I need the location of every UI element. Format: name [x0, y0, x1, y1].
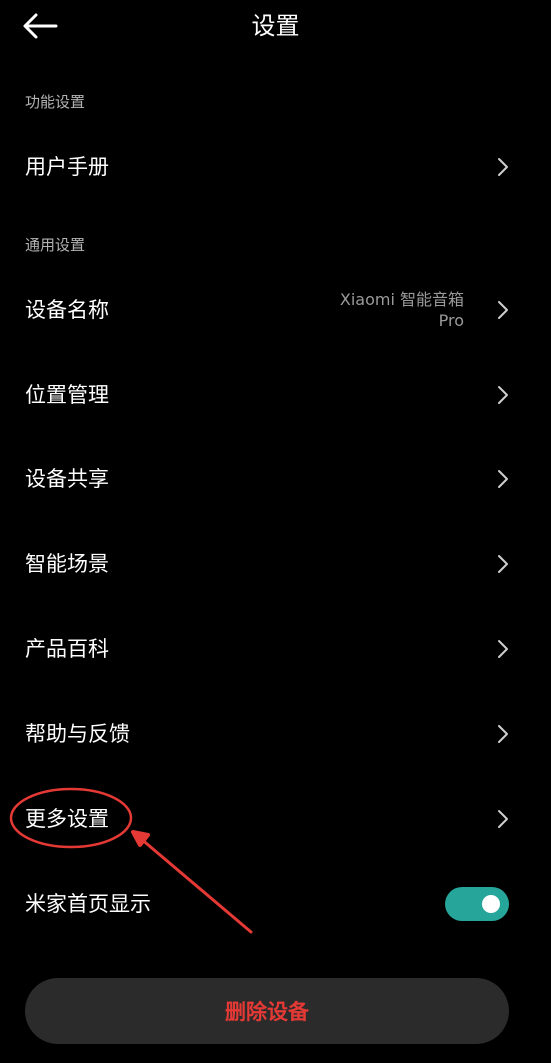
row-label: 智能场景: [25, 552, 109, 576]
row-label: 设备名称: [25, 298, 109, 322]
row-homepage-display: 米家首页显示: [0, 874, 551, 934]
row-device-name[interactable]: 设备名称 Xiaomi 智能音箱 Pro: [0, 280, 551, 340]
row-share[interactable]: 设备共享: [0, 449, 551, 509]
row-label: 设备共享: [25, 467, 109, 491]
chevron-right-icon: [497, 724, 509, 744]
delete-device-button[interactable]: 删除设备: [25, 978, 509, 1044]
section-label-general: 通用设置: [25, 236, 86, 254]
chevron-right-icon: [497, 385, 509, 405]
row-label: 产品百科: [25, 637, 109, 661]
chevron-right-icon: [497, 469, 509, 489]
chevron-right-icon: [497, 639, 509, 659]
row-scenes[interactable]: 智能场景: [0, 534, 551, 594]
section-label-function: 功能设置: [25, 93, 86, 111]
chevron-right-icon: [497, 157, 509, 177]
chevron-right-icon: [497, 809, 509, 829]
row-location[interactable]: 位置管理: [0, 365, 551, 425]
homepage-display-toggle[interactable]: [445, 887, 509, 921]
row-more-settings[interactable]: 更多设置: [0, 789, 551, 849]
header-bar: 设置: [0, 0, 551, 54]
chevron-right-icon: [497, 300, 509, 320]
row-label: 更多设置: [25, 807, 109, 831]
chevron-right-icon: [497, 554, 509, 574]
row-label: 帮助与反馈: [25, 722, 130, 746]
row-user-manual[interactable]: 用户手册: [0, 137, 551, 197]
delete-device-label: 删除设备: [225, 1000, 309, 1024]
row-label: 位置管理: [25, 383, 109, 407]
row-help[interactable]: 帮助与反馈: [0, 704, 551, 764]
toggle-knob: [482, 895, 500, 913]
row-label: 用户手册: [25, 155, 109, 179]
device-name-value: Xiaomi 智能音箱 Pro: [339, 290, 464, 330]
row-label: 米家首页显示: [25, 892, 151, 916]
row-encyclopedia[interactable]: 产品百科: [0, 619, 551, 679]
page-title: 设置: [251, 12, 300, 40]
